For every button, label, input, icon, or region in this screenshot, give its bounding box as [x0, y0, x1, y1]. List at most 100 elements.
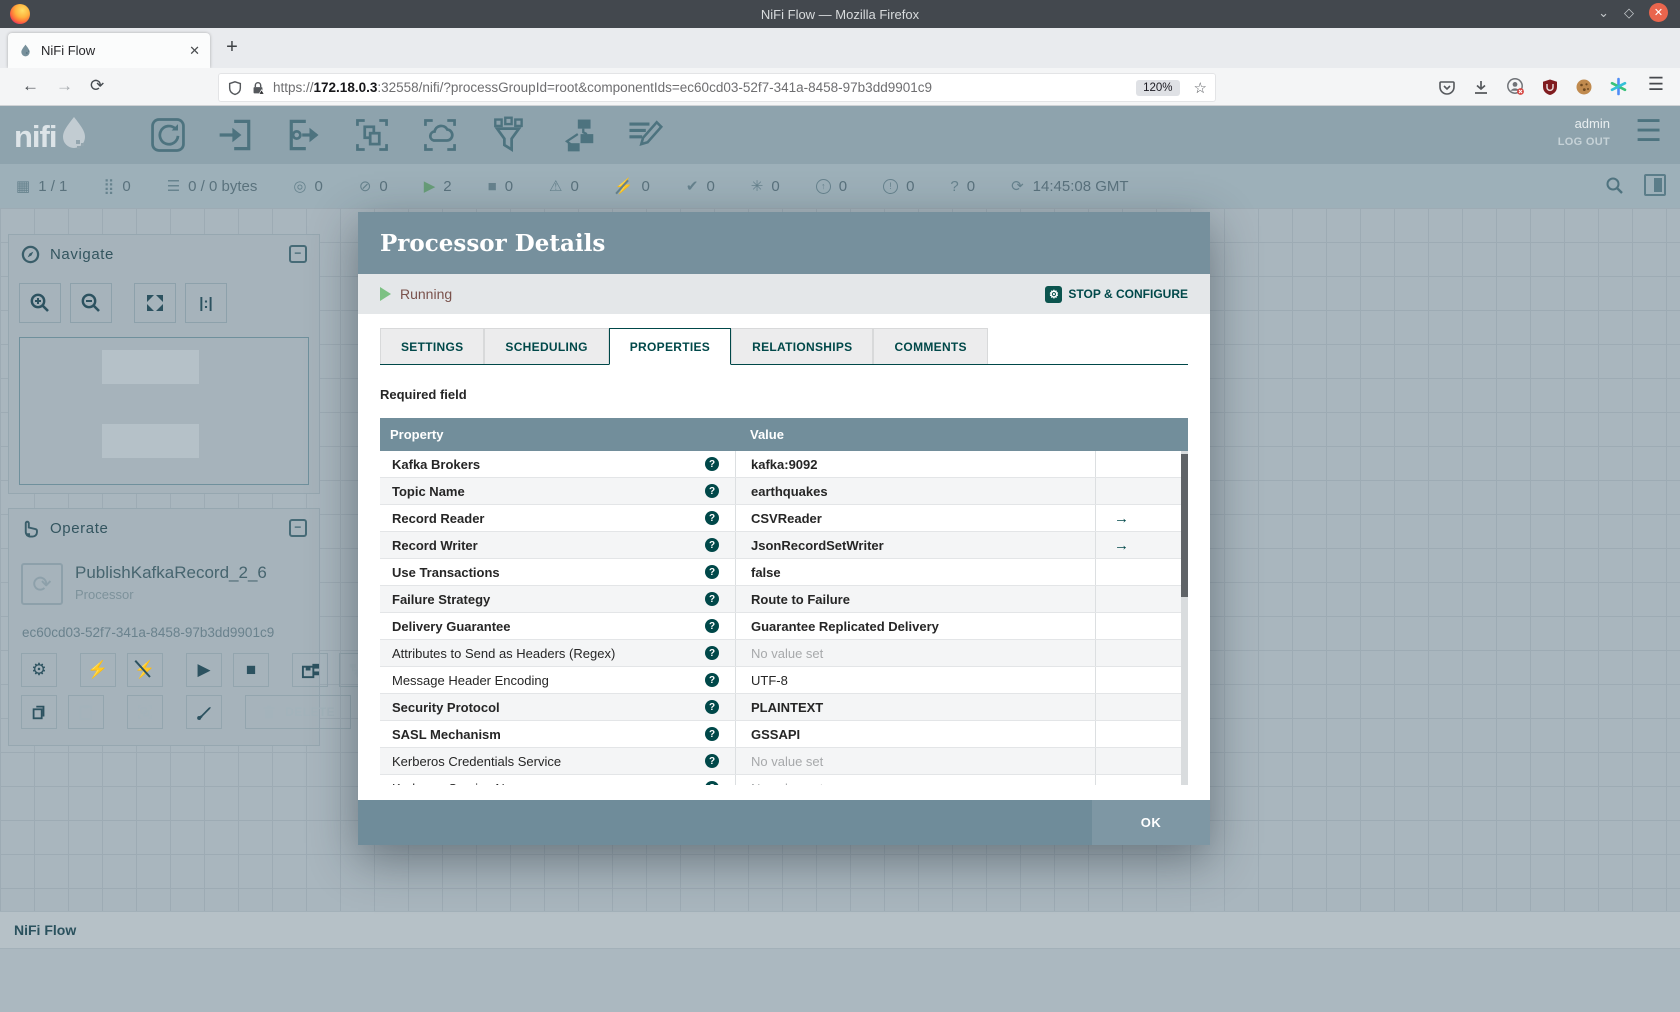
help-icon[interactable]: ?: [705, 538, 719, 552]
lock-warning-icon[interactable]: [250, 80, 266, 96]
zoom-out-button[interactable]: [70, 283, 112, 323]
property-value[interactable]: false: [751, 565, 781, 580]
window-close-icon[interactable]: ✕: [1649, 3, 1668, 22]
ok-button[interactable]: OK: [1092, 800, 1210, 845]
bookmark-star-icon[interactable]: ☆: [1194, 79, 1207, 97]
funnel-icon[interactable]: [486, 113, 530, 157]
enable-button[interactable]: ⚡: [80, 653, 116, 687]
help-icon[interactable]: ?: [705, 781, 719, 785]
property-row[interactable]: Use Transactions? false: [380, 559, 1188, 586]
tab-settings[interactable]: SETTINGS: [380, 328, 485, 364]
property-row[interactable]: Topic Name? earthquakes: [380, 478, 1188, 505]
property-row[interactable]: Record Writer? JsonRecordSetWriter →: [380, 532, 1188, 559]
birdseye-minimap[interactable]: [19, 337, 309, 485]
property-row[interactable]: Kafka Brokers? kafka:9092: [380, 451, 1188, 478]
collapse-navigate-icon[interactable]: −: [289, 245, 307, 263]
help-icon[interactable]: ?: [705, 592, 719, 606]
property-value[interactable]: PLAINTEXT: [751, 700, 823, 715]
property-value[interactable]: No value set: [751, 781, 823, 786]
forward-icon[interactable]: →: [56, 76, 73, 96]
refresh-icon[interactable]: ⟳: [1011, 179, 1024, 194]
help-icon[interactable]: ?: [705, 673, 719, 687]
nifi-logo[interactable]: nifi: [14, 115, 91, 155]
processor-icon[interactable]: [146, 113, 190, 157]
help-icon[interactable]: ?: [705, 754, 719, 768]
pocket-icon[interactable]: [1438, 78, 1456, 96]
property-value[interactable]: UTF-8: [751, 673, 788, 688]
property-row[interactable]: Record Reader? CSVReader →: [380, 505, 1188, 532]
stop-and-configure-button[interactable]: ⚙ STOP & CONFIGURE: [1045, 285, 1188, 303]
help-icon[interactable]: ?: [705, 457, 719, 471]
property-row[interactable]: Delivery Guarantee? Guarantee Replicated …: [380, 613, 1188, 640]
url-text[interactable]: https://172.18.0.3:32558/nifi/?processGr…: [273, 80, 932, 95]
url-bar[interactable]: https://172.18.0.3:32558/nifi/?processGr…: [218, 73, 1216, 102]
remote-process-group-icon[interactable]: [418, 113, 462, 157]
property-value[interactable]: earthquakes: [751, 484, 828, 499]
property-row[interactable]: Security Protocol? PLAINTEXT: [380, 694, 1188, 721]
browser-tab[interactable]: NiFi Flow ✕: [8, 33, 210, 68]
property-value[interactable]: Route to Failure: [751, 592, 850, 607]
help-icon[interactable]: ?: [705, 565, 719, 579]
reload-icon[interactable]: ⟳: [90, 76, 104, 96]
table-scrollbar-thumb[interactable]: [1181, 454, 1188, 597]
property-value[interactable]: No value set: [751, 754, 823, 769]
property-row[interactable]: Message Header Encoding? UTF-8: [380, 667, 1188, 694]
property-value[interactable]: Guarantee Replicated Delivery: [751, 619, 939, 634]
configure-button[interactable]: ⚙: [21, 653, 57, 687]
cookie-icon[interactable]: [1575, 78, 1593, 96]
zoom-actual-button[interactable]: |:|: [185, 283, 227, 323]
breadcrumb[interactable]: NiFi Flow: [0, 912, 1680, 948]
window-maximize-icon[interactable]: ◇: [1624, 5, 1634, 21]
tab-scheduling[interactable]: SCHEDULING: [484, 328, 609, 364]
downloads-icon[interactable]: [1472, 78, 1490, 96]
delete-button[interactable]: DELETE: [245, 695, 351, 729]
property-value[interactable]: GSSAPI: [751, 727, 800, 742]
input-port-icon[interactable]: [214, 113, 258, 157]
help-icon[interactable]: ?: [705, 619, 719, 633]
tab-properties[interactable]: PROPERTIES: [608, 328, 732, 365]
color-button[interactable]: [186, 695, 222, 729]
help-icon[interactable]: ?: [705, 511, 719, 525]
property-value[interactable]: No value set: [751, 646, 823, 661]
property-row[interactable]: Kerberos Credentials Service? No value se…: [380, 748, 1188, 775]
paste-button[interactable]: [68, 695, 104, 729]
property-row[interactable]: SASL Mechanism? GSSAPI: [380, 721, 1188, 748]
ublock-icon[interactable]: [1541, 78, 1559, 96]
help-icon[interactable]: ?: [705, 646, 719, 660]
help-icon[interactable]: ?: [705, 727, 719, 741]
disable-button[interactable]: ⚡: [127, 653, 163, 687]
page-zoom-badge[interactable]: 120%: [1136, 79, 1180, 96]
start-button[interactable]: ▶: [186, 653, 222, 687]
process-group-icon[interactable]: [350, 113, 394, 157]
extension-asterisk-icon[interactable]: [1609, 77, 1628, 96]
window-minimize-icon[interactable]: ⌄: [1598, 5, 1609, 21]
logout-link[interactable]: LOG OUT: [1558, 136, 1610, 148]
property-row[interactable]: Kerberos Service Name? No value set: [380, 775, 1188, 785]
search-icon[interactable]: [1605, 176, 1624, 195]
back-icon[interactable]: ←: [22, 76, 39, 96]
status-history-panel-icon[interactable]: [1644, 174, 1666, 196]
property-row[interactable]: Failure Strategy? Route to Failure: [380, 586, 1188, 613]
help-icon[interactable]: ?: [705, 484, 719, 498]
property-value[interactable]: kafka:9092: [751, 457, 818, 472]
collapse-operate-icon[interactable]: −: [289, 519, 307, 537]
tracking-shield-icon[interactable]: [227, 80, 243, 96]
group-button[interactable]: [127, 695, 163, 729]
global-menu-icon[interactable]: ☰: [1635, 114, 1662, 149]
account-icon[interactable]: [1506, 77, 1525, 96]
property-value[interactable]: CSVReader: [751, 511, 822, 526]
zoom-in-button[interactable]: [19, 283, 61, 323]
tab-relationships[interactable]: RELATIONSHIPS: [731, 328, 874, 364]
create-template-button[interactable]: [292, 653, 328, 687]
go-to-service-icon[interactable]: →: [1114, 510, 1129, 527]
help-icon[interactable]: ?: [705, 700, 719, 714]
table-scrollbar[interactable]: [1181, 451, 1188, 785]
tab-comments[interactable]: COMMENTS: [873, 328, 988, 364]
stop-button[interactable]: ■: [233, 653, 269, 687]
template-icon[interactable]: [554, 113, 598, 157]
label-icon[interactable]: [622, 113, 666, 157]
browser-menu-icon[interactable]: ☰: [1648, 74, 1664, 95]
copy-button[interactable]: [21, 695, 57, 729]
new-tab-button[interactable]: +: [220, 36, 244, 59]
tab-close-icon[interactable]: ✕: [189, 43, 200, 59]
